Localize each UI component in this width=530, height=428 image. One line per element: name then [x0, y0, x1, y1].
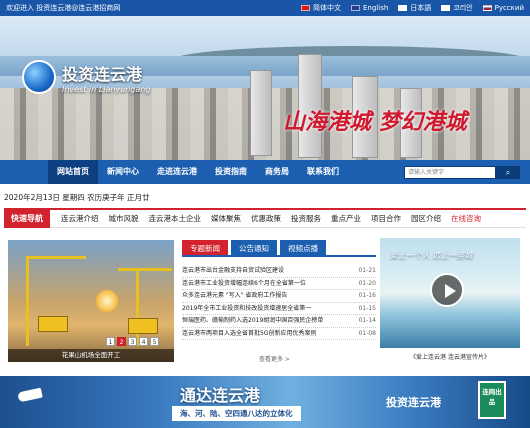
lang-chinese[interactable]: 简体中文 — [301, 3, 341, 13]
nav-contact[interactable]: 联系我们 — [298, 160, 348, 184]
carousel-page[interactable]: 3 — [128, 337, 137, 346]
quick-nav: 快速导航 连云港介绍 城市风貌 连云港本土企业 媒体聚焦 优惠政策 投资服务 重… — [4, 208, 526, 228]
banner-subtitle: 海、河、陆、空四通八达的立体化 — [172, 406, 301, 421]
logo-subtitle: Invest in Lianyungang — [62, 84, 151, 94]
quick-link[interactable]: 项目合作 — [366, 213, 406, 224]
transport-banner[interactable]: 通达连云港 海、河、陆、空四通八达的立体化 投资连云港 连网出品 — [0, 376, 530, 428]
search-input[interactable]: 请输入关键字 — [404, 166, 496, 179]
logo-title: 投资连云港 — [62, 64, 143, 84]
flag-icon — [482, 5, 492, 11]
welcome-text: 欢迎进入 投资连云港@连云港招商网 — [6, 4, 121, 12]
flag-icon — [301, 5, 310, 11]
crane-image — [136, 268, 139, 346]
globe-icon — [22, 60, 56, 94]
news-item[interactable]: 2019年全市工业投资和技改投资增速居全省第一 01-15 — [182, 303, 376, 315]
sun-image — [96, 290, 118, 312]
search-button[interactable]: ⌕ — [496, 166, 520, 179]
banner-title: 通达连云港 — [180, 386, 261, 405]
nav-guide[interactable]: 投资指南 — [206, 160, 256, 184]
carousel-pager: 1 2 3 4 5 — [106, 337, 159, 346]
quick-link[interactable]: 园区介绍 — [406, 213, 446, 224]
hero-slogan: 山海港城 梦幻港城 — [283, 109, 467, 135]
news-tabs: 专题新闻 公告通知 视频点播 — [182, 240, 376, 257]
news-item[interactable]: 连云港市两项目入选全省首批5G创新应用优秀案例 01-08 — [182, 328, 376, 340]
quick-link[interactable]: 连云港介绍 — [56, 213, 104, 224]
lang-japanese[interactable]: 日本語 — [398, 3, 431, 13]
nav-home[interactable]: 网站首页 — [48, 160, 98, 184]
excavator-image — [38, 316, 68, 332]
plane-icon — [17, 387, 43, 403]
video-caption[interactable]: 《爱上连云港 连云港宣传片》 — [380, 352, 520, 361]
quick-link[interactable]: 投资服务 — [286, 213, 326, 224]
hero-banner: 投资连云港 Invest in Lianyungang 山海港城 梦幻港城 — [0, 16, 530, 160]
tab-videos[interactable]: 视频点播 — [280, 240, 326, 255]
more-link[interactable]: 查看更多 > — [259, 354, 290, 363]
carousel-page[interactable]: 1 — [106, 337, 115, 346]
news-list: 连云港市出台金融支持自贸试验区建设 01-21 连云港市工业投资增幅连续6个月在全… — [182, 265, 376, 340]
date-text: 2020年2月13日 星期四 农历庚子年 正月廿 — [4, 193, 150, 202]
crane-image — [26, 256, 86, 259]
top-bar: 欢迎进入 投资连云港@连云港招商网 简体中文 English 日本語 코리안 Р… — [0, 0, 530, 16]
tab-notices[interactable]: 公告通知 — [231, 240, 277, 255]
play-icon[interactable] — [430, 273, 464, 307]
quick-link[interactable]: 连云港本土企业 — [144, 213, 207, 224]
quick-link[interactable]: 优惠政策 — [246, 213, 286, 224]
language-switcher: 简体中文 English 日本語 코리안 Русский — [301, 3, 524, 13]
video-title: 爱上一个人 恋上一座城 — [390, 251, 473, 260]
news-item[interactable]: 连云港市工业投资增幅连续6个月在全省第一位 01-20 — [182, 278, 376, 290]
hero-tower — [250, 70, 272, 156]
news-item[interactable]: 恒瑞医药、赣榆制药入选2019胡润中国百强民企榜单 01-14 — [182, 315, 376, 328]
banner-logo: 投资连云港 — [386, 396, 441, 409]
nav-news[interactable]: 新闻中心 — [98, 160, 148, 184]
banner-badge: 连网出品 — [478, 381, 506, 419]
quick-link[interactable]: 媒体聚焦 — [206, 213, 246, 224]
quick-link-consult[interactable]: 在线咨询 — [446, 213, 486, 224]
carousel-page[interactable]: 2 — [117, 337, 126, 346]
news-item[interactable]: 众多连云港元素 "写入" 省政府工作报告 01-16 — [182, 290, 376, 303]
news-panel: 专题新闻 公告通知 视频点播 连云港市出台金融支持自贸试验区建设 01-21 连云… — [182, 240, 376, 366]
tab-topics[interactable]: 专题新闻 — [182, 240, 228, 255]
quick-link[interactable]: 城市风貌 — [104, 213, 144, 224]
crane-image — [118, 268, 172, 271]
nav-about[interactable]: 走进连云港 — [148, 160, 206, 184]
photo-caption[interactable]: 花果山机场全面开工 — [8, 349, 174, 362]
site-logo[interactable]: 投资连云港 Invest in Lianyungang — [22, 60, 150, 94]
lang-korean[interactable]: 코리안 — [441, 3, 473, 13]
lang-english[interactable]: English — [351, 4, 388, 12]
excavator-image — [128, 318, 158, 334]
carousel-page[interactable]: 5 — [150, 337, 159, 346]
crane-image — [26, 256, 29, 346]
news-item[interactable]: 连云港市出台金融支持自贸试验区建设 01-21 — [182, 265, 376, 278]
quick-nav-title: 快速导航 — [4, 209, 50, 228]
nav-commerce[interactable]: 商务局 — [256, 160, 298, 184]
lang-russian[interactable]: Русский — [482, 4, 524, 12]
flag-icon — [398, 5, 408, 11]
flag-icon — [441, 5, 451, 11]
quick-link[interactable]: 重点产业 — [326, 213, 366, 224]
carousel-page[interactable]: 4 — [139, 337, 148, 346]
flag-icon — [351, 5, 360, 11]
